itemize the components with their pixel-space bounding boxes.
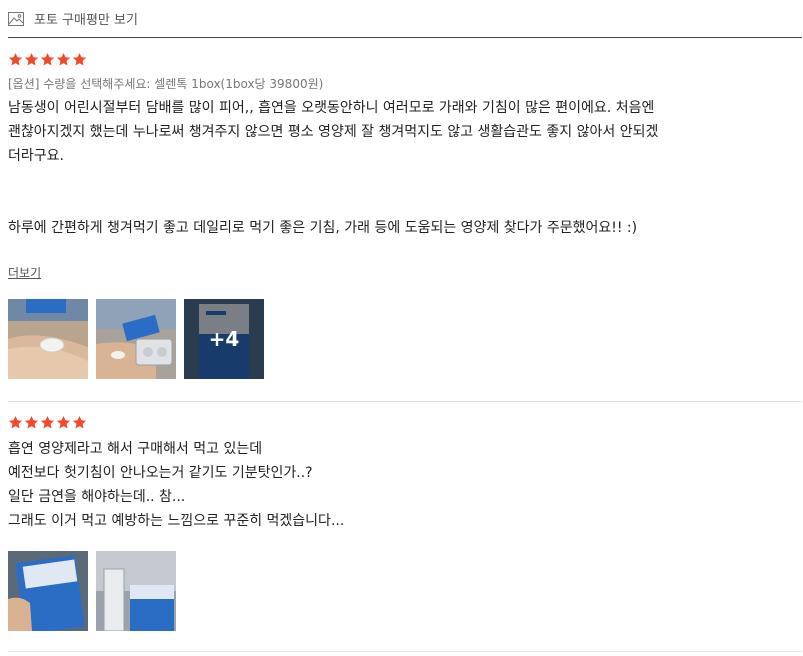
photo-thumbnails (8, 551, 802, 631)
star-icon (72, 415, 87, 430)
review-photo[interactable] (8, 299, 88, 379)
review-line: 예전보다 헛기침이 안나오는거 같기도 기분탓인가..? (8, 465, 313, 481)
star-icon (8, 52, 23, 67)
photo-thumbnails: +4 (8, 299, 802, 379)
review-text: 남동생이 어린시절부터 담배를 많이 피어,, 흡연을 오랫동안하니 여러모로 … (8, 96, 802, 240)
review-line: 괜찮아지겠지 했는데 누나로써 챙겨주지 않으면 평소 영양제 잘 챙겨먹지도 … (8, 124, 659, 140)
purchase-option: [옵션] 수량을 선택해주세요: 셀렌톡 1box(1box당 39800원) (8, 77, 324, 91)
review-text: 흡연 영양제라고 해서 구매해서 먹고 있는데 예전보다 헛기침이 안나오는거 … (8, 437, 802, 533)
review-line: 남동생이 어린시절부터 담배를 많이 피어,, 흡연을 오랫동안하니 여러모로 … (8, 100, 655, 116)
review-line: 더라구요. (8, 148, 64, 164)
star-icon (8, 415, 23, 430)
star-icon (72, 52, 87, 67)
star-icon (40, 52, 55, 67)
review-line: 일단 금연을 해야하는데.. 참... (8, 489, 186, 505)
star-icon (56, 52, 71, 67)
review-photo[interactable] (96, 551, 176, 631)
review-item: 흡연 영양제라고 해서 구매해서 먹고 있는데 예전보다 헛기침이 안나오는거 … (8, 415, 802, 631)
star-rating (8, 52, 802, 68)
star-rating (8, 415, 802, 431)
review-item: [옵션] 수량을 선택해주세요: 셀렌톡 1box(1box당 39800원) … (8, 52, 802, 379)
more-photos-count: +4 (184, 299, 264, 379)
read-more-link[interactable]: 더보기 (8, 264, 41, 281)
photo-review-filter[interactable]: 포토 구매평만 보기 (8, 7, 138, 29)
image-icon (8, 11, 24, 26)
star-icon (24, 52, 39, 67)
review-line: 흡연 영양제라고 해서 구매해서 먹고 있는데 (8, 441, 263, 457)
star-icon (24, 415, 39, 430)
header-divider (8, 37, 802, 38)
review-divider (8, 401, 802, 402)
review-line: 그래도 이거 먹고 예방하는 느낌으로 꾸준히 먹겠습니다... (8, 513, 345, 529)
review-photo[interactable] (96, 299, 176, 379)
review-divider (8, 651, 802, 652)
review-photo-more[interactable]: +4 (184, 299, 264, 379)
photo-review-filter-label: 포토 구매평만 보기 (34, 12, 138, 28)
review-line: 하루에 간편하게 챙겨먹기 좋고 데일리로 먹기 좋은 기침, 가래 등에 도움… (8, 220, 638, 236)
star-icon (40, 415, 55, 430)
star-icon (56, 415, 71, 430)
review-photo[interactable] (8, 551, 88, 631)
